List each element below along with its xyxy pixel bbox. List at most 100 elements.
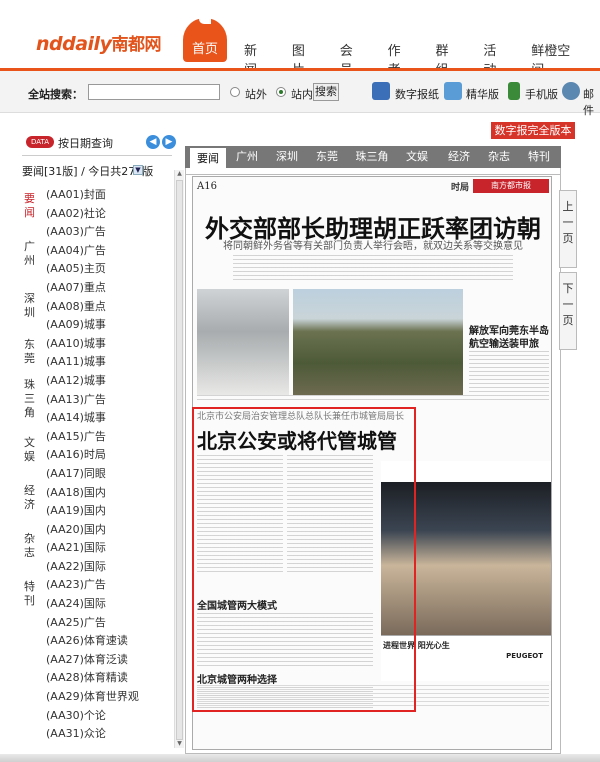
quick-link-mail[interactable]: 邮件	[583, 86, 600, 118]
list-item[interactable]: (AA16)时局	[46, 446, 139, 465]
article-subheadline: 将同朝鲜外务省等有关部门负责人举行会晤，就双边关系等交换意见	[223, 241, 523, 252]
list-item[interactable]: (AA13)广告	[46, 391, 139, 410]
phone-icon[interactable]	[508, 82, 520, 100]
tab-guangzhou[interactable]: 广州	[229, 146, 265, 168]
radio-inside-label: 站内	[291, 88, 313, 101]
quick-link-mobile[interactable]: 手机版	[525, 86, 558, 102]
page-number: A16	[197, 181, 217, 192]
category-guangzhou[interactable]: 广州	[24, 240, 36, 268]
newspaper-icon[interactable]	[372, 82, 390, 100]
list-item[interactable]: (AA24)国际	[46, 595, 139, 614]
list-item[interactable]: (AA17)同眼	[46, 465, 139, 484]
radio-outside-label: 站外	[245, 88, 267, 101]
list-item[interactable]: (AA07)重点	[46, 279, 139, 298]
tab-shenzhen[interactable]: 深圳	[269, 146, 305, 168]
category-special[interactable]: 特刊	[24, 580, 36, 608]
search-input[interactable]	[88, 84, 220, 100]
list-item[interactable]: (AA28)体育精读	[46, 669, 139, 688]
scrollbar-thumb[interactable]	[176, 180, 183, 740]
category-culture[interactable]: 文娱	[24, 436, 36, 464]
list-item[interactable]: (AA05)主页	[46, 260, 139, 279]
list-item[interactable]: (AA25)广告	[46, 614, 139, 633]
site-logo[interactable]: nddaily南都网	[36, 30, 161, 55]
arrow-left-icon[interactable]: ◀	[146, 135, 160, 149]
article-text-block	[233, 255, 513, 281]
category-shenzhen[interactable]: 深圳	[24, 292, 36, 320]
masthead: 南方都市报	[473, 179, 549, 193]
list-item[interactable]: (AA01)封面	[46, 186, 139, 205]
tab-dongguan[interactable]: 东莞	[309, 146, 345, 168]
list-item[interactable]: (AA27)体育泛读	[46, 651, 139, 670]
prev-page-button[interactable]: 上一页	[559, 190, 577, 268]
list-item[interactable]: (AA10)城事	[46, 335, 139, 354]
data-badge: DATA	[26, 136, 54, 148]
quick-link-digest[interactable]: 精华版	[466, 86, 499, 102]
orange-leaf-icon	[199, 14, 211, 24]
category-prd[interactable]: 珠三角	[24, 378, 36, 420]
quick-link-digital-paper[interactable]: 数字报纸	[395, 86, 439, 102]
date-query-panel: DATA 按日期查询 ◀ ▶ 要闻[31版] / 今日共279版 ▼ 要闻 广州…	[22, 132, 184, 752]
list-item[interactable]: (AA22)国际	[46, 558, 139, 577]
scroll-down-icon[interactable]: ▼	[176, 740, 183, 748]
list-item[interactable]: (AA23)广告	[46, 576, 139, 595]
page-list: (AA01)封面 (AA02)社论 (AA03)广告 (AA04)广告 (AA0…	[46, 186, 139, 744]
list-item[interactable]: (AA03)广告	[46, 223, 139, 242]
radio-outside[interactable]	[230, 87, 240, 97]
list-item[interactable]: (AA21)国际	[46, 539, 139, 558]
logo-text-cn: 南都网	[111, 35, 161, 55]
tab-yaowen[interactable]: 要闻	[189, 147, 227, 169]
list-item[interactable]: (AA20)国内	[46, 521, 139, 540]
category-magazine[interactable]: 杂志	[24, 532, 36, 560]
list-item[interactable]: (AA09)城事	[46, 316, 139, 335]
mail-icon[interactable]	[562, 82, 580, 100]
home-button[interactable]: 首页	[183, 18, 227, 62]
category-economy[interactable]: 经济	[24, 484, 36, 512]
section-tabs: 要闻 广州 深圳 东莞 珠三角 文娱 经济 杂志 特刊	[185, 146, 561, 169]
search-button[interactable]: 搜索	[313, 83, 339, 101]
monitor-icon[interactable]	[444, 82, 462, 100]
list-item[interactable]: (AA14)城事	[46, 409, 139, 428]
list-scrollbar[interactable]: ▲ ▼	[174, 170, 184, 748]
tab-special[interactable]: 特刊	[521, 146, 557, 168]
side-article-title[interactable]: 解放军向莞东半岛航空输送装甲旅	[469, 325, 549, 351]
search-bar: 全站搜索： 站外 站内 搜索 数字报纸 精华版 手机版 邮件	[0, 71, 600, 117]
list-item[interactable]: (AA19)国内	[46, 502, 139, 521]
list-item[interactable]: (AA30)个论	[46, 707, 139, 726]
prev-page-label: 上一页	[562, 200, 574, 245]
list-item[interactable]: (AA15)广告	[46, 428, 139, 447]
list-item[interactable]: (AA18)国内	[46, 484, 139, 503]
panel-divider	[22, 155, 172, 156]
caption-text	[197, 395, 549, 403]
list-item[interactable]: (AA11)城事	[46, 353, 139, 372]
date-query-title: 按日期查询	[58, 137, 113, 150]
search-label: 全站搜索：	[28, 88, 83, 101]
list-item[interactable]: (AA04)广告	[46, 242, 139, 261]
ad-brand: PEUGEOT	[506, 652, 543, 660]
next-page-button[interactable]: 下一页	[559, 272, 577, 350]
home-label: 首页	[191, 42, 218, 57]
list-item[interactable]: (AA26)体育速读	[46, 632, 139, 651]
tab-magazine[interactable]: 杂志	[481, 146, 517, 168]
photo-soldiers[interactable]	[293, 289, 463, 395]
category-dongguan[interactable]: 东莞	[24, 338, 36, 366]
chevron-down-icon[interactable]: ▼	[133, 165, 143, 175]
list-item[interactable]: (AA08)重点	[46, 298, 139, 317]
list-item[interactable]: (AA31)众论	[46, 725, 139, 744]
list-item[interactable]: (AA02)社论	[46, 205, 139, 224]
tab-culture[interactable]: 文娱	[399, 146, 435, 168]
category-yaowen[interactable]: 要闻	[24, 192, 36, 220]
tab-economy[interactable]: 经济	[441, 146, 477, 168]
list-item[interactable]: (AA12)城事	[46, 372, 139, 391]
tab-prd[interactable]: 珠三角	[349, 146, 395, 168]
photo-aircraft[interactable]	[197, 289, 289, 395]
radio-inside[interactable]	[276, 87, 286, 97]
arrow-right-icon[interactable]: ▶	[162, 135, 176, 149]
digital-full-version-button[interactable]: 数字报完全版本	[491, 122, 575, 139]
logo-text-en: nddaily	[36, 33, 112, 55]
list-item[interactable]: (AA29)体育世界观	[46, 688, 139, 707]
article-highlight-box[interactable]	[192, 407, 416, 712]
next-page-label: 下一页	[562, 282, 574, 327]
scroll-up-icon[interactable]: ▲	[176, 170, 183, 178]
top-bar: nddaily南都网 首页 新闻 图片 会员 作者 群组 活动 鲜橙空间	[0, 0, 600, 78]
side-article-text	[469, 351, 549, 395]
